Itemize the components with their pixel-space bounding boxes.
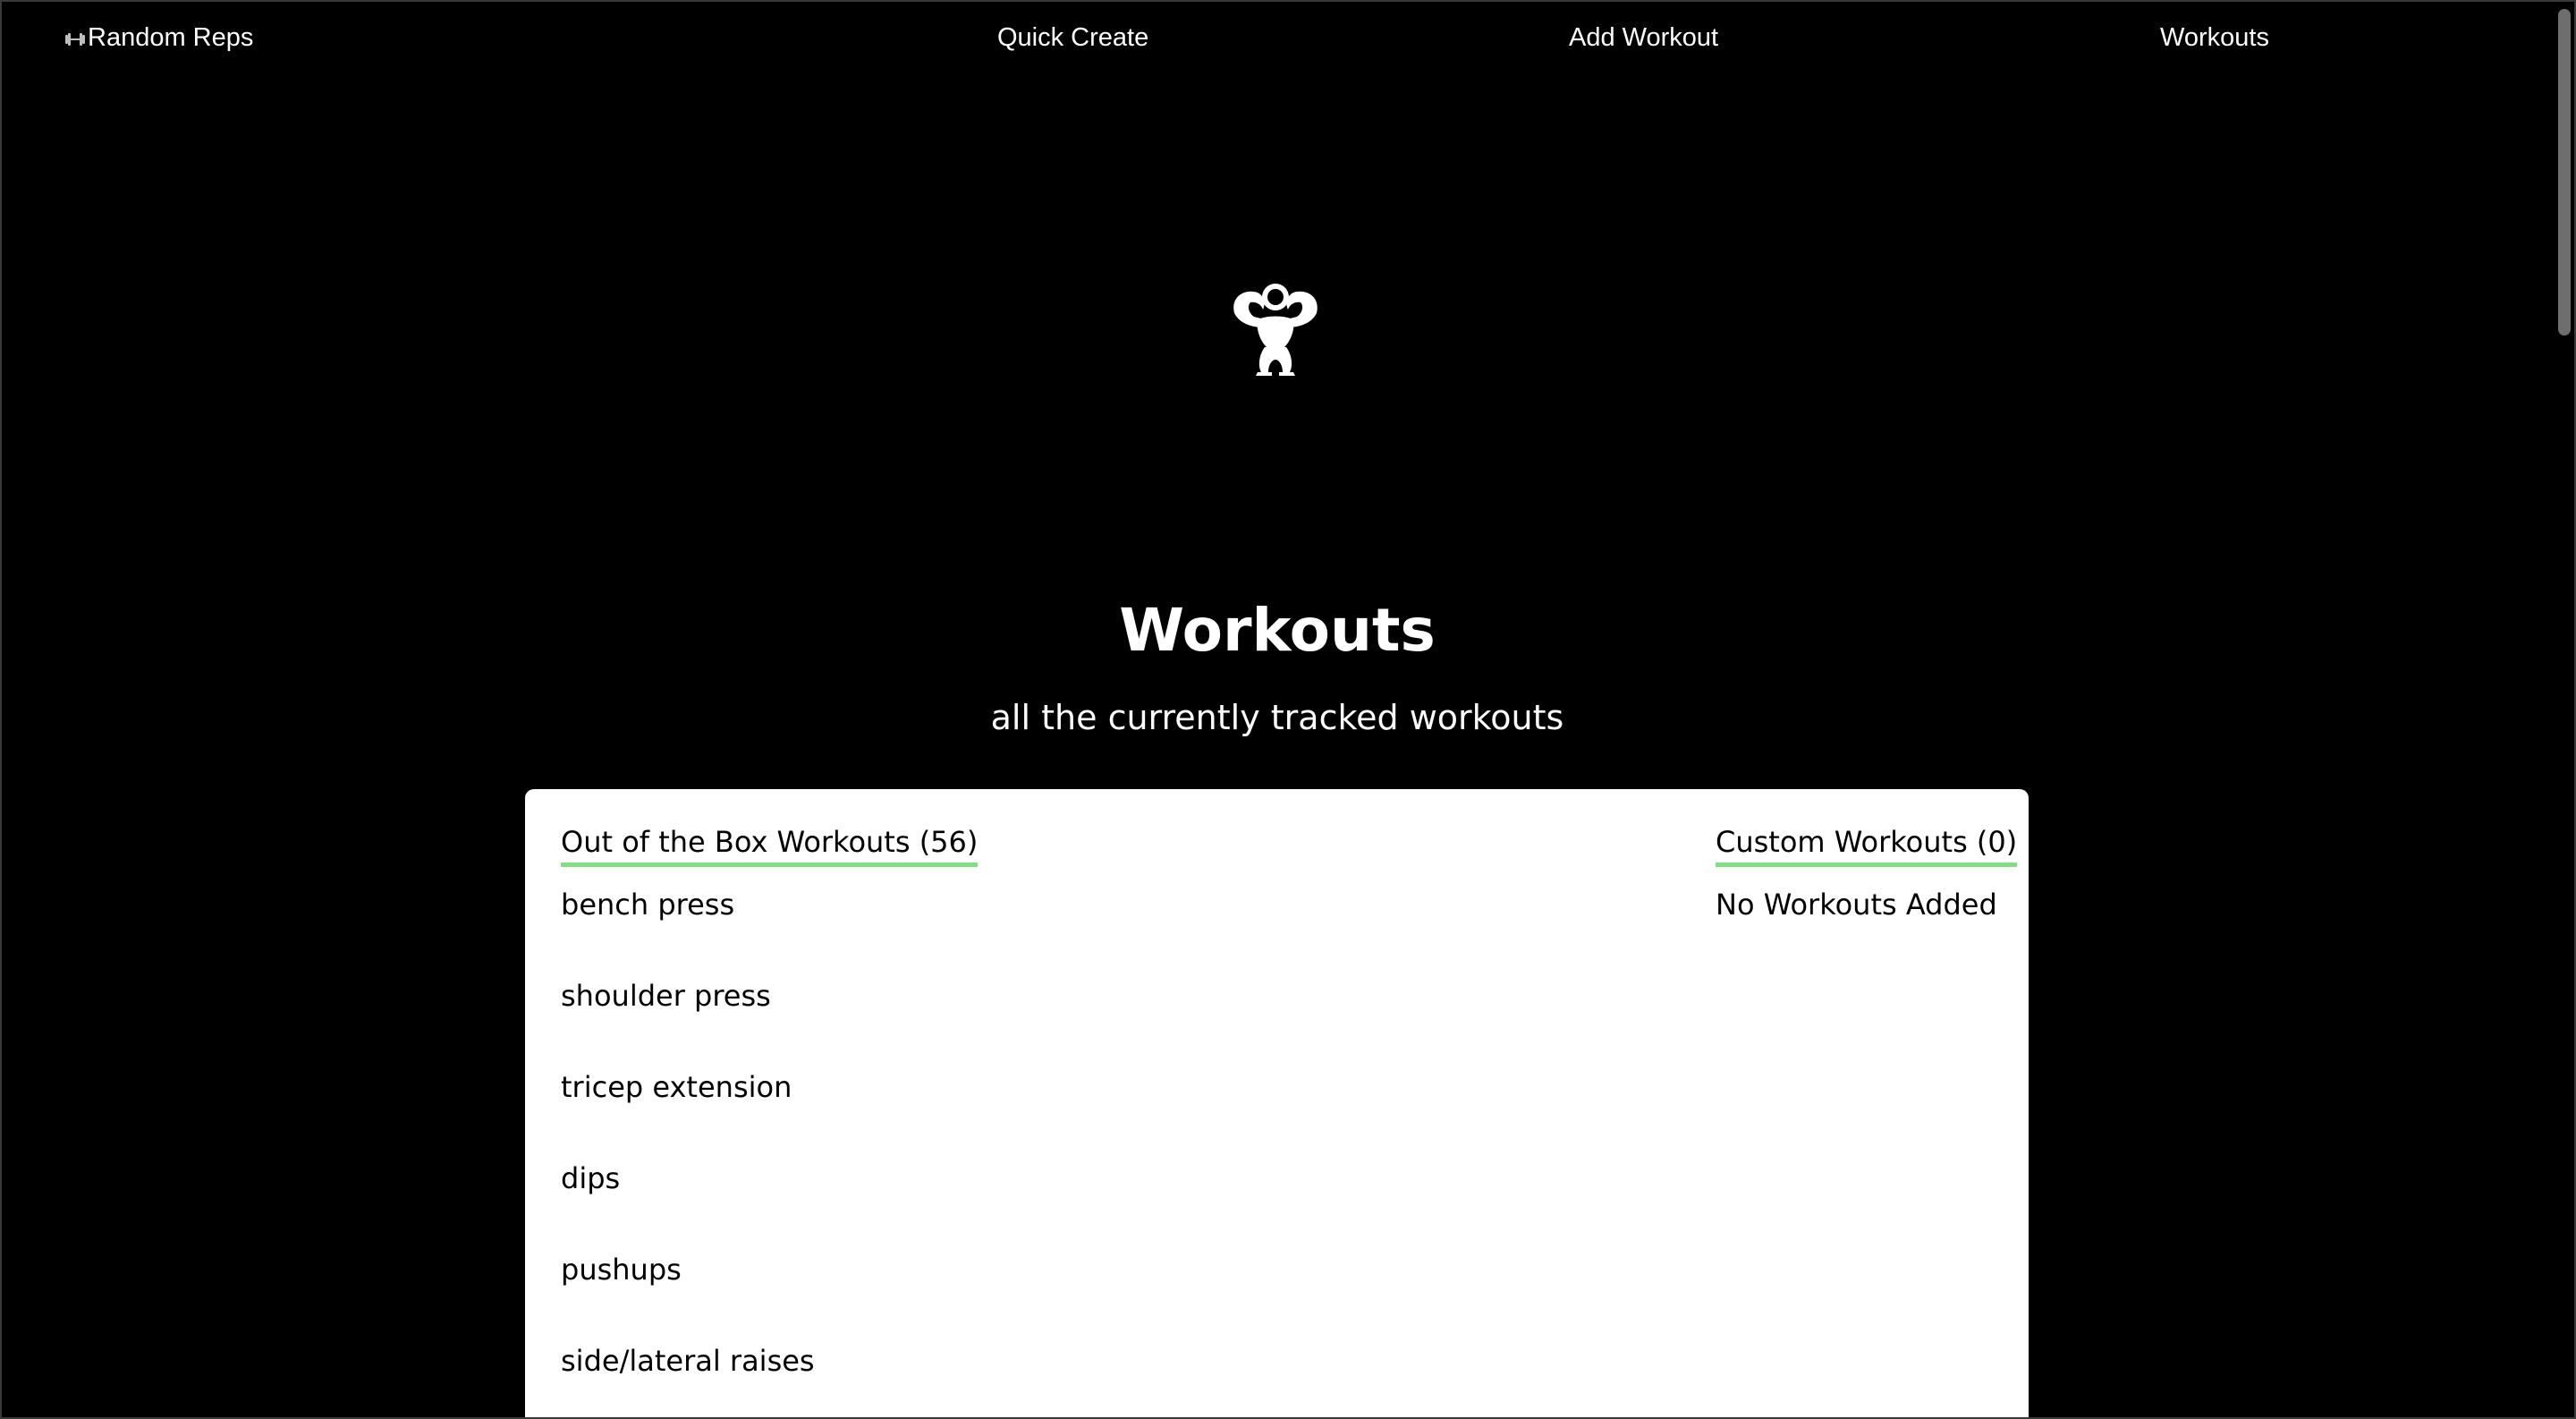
scrollbar[interactable] [2551, 2, 2574, 1417]
nav-add-workout[interactable]: Add Workout [1569, 23, 1718, 53]
nav-quick-create[interactable]: Quick Create [997, 23, 1148, 53]
scrollbar-thumb[interactable] [2558, 9, 2571, 336]
workout-item[interactable]: shoulder press [561, 978, 978, 1069]
custom-workouts-column: Custom Workouts (0) No Workouts Added [1716, 825, 2018, 922]
workouts-card: Out of the Box Workouts (56) bench press… [525, 789, 2029, 1417]
custom-workouts-heading[interactable]: Custom Workouts (0) [1716, 825, 2018, 867]
workout-item[interactable]: bench press [561, 887, 978, 978]
page-subtitle: all the currently tracked workouts [990, 698, 1564, 737]
brand-name: Random Reps [88, 23, 254, 52]
nav-workouts[interactable]: Workouts [2160, 23, 2269, 53]
page-title: Workouts [1119, 596, 1436, 665]
workout-item[interactable]: pushups [561, 1252, 978, 1343]
out-of-box-workouts-heading[interactable]: Out of the Box Workouts (56) [561, 825, 979, 867]
page: Random Reps Quick Create Add Workout Wor… [0, 0, 2576, 1419]
out-of-box-workouts-list: bench press shoulder press tricep extens… [561, 887, 978, 1417]
workout-item[interactable]: side/lateral raises [561, 1343, 978, 1417]
strongman-icon [1222, 272, 1329, 379]
top-nav: Random Reps Quick Create Add Workout Wor… [2, 2, 2553, 77]
workout-item[interactable]: tricep extension [561, 1069, 978, 1160]
dumbbell-icon [64, 28, 86, 49]
custom-workouts-empty-text: No Workouts Added [1716, 888, 1997, 922]
workout-item[interactable]: dips [561, 1160, 978, 1252]
out-of-box-workouts-column: Out of the Box Workouts (56) bench press… [561, 825, 979, 1417]
brand-link[interactable]: Random Reps [64, 23, 253, 53]
